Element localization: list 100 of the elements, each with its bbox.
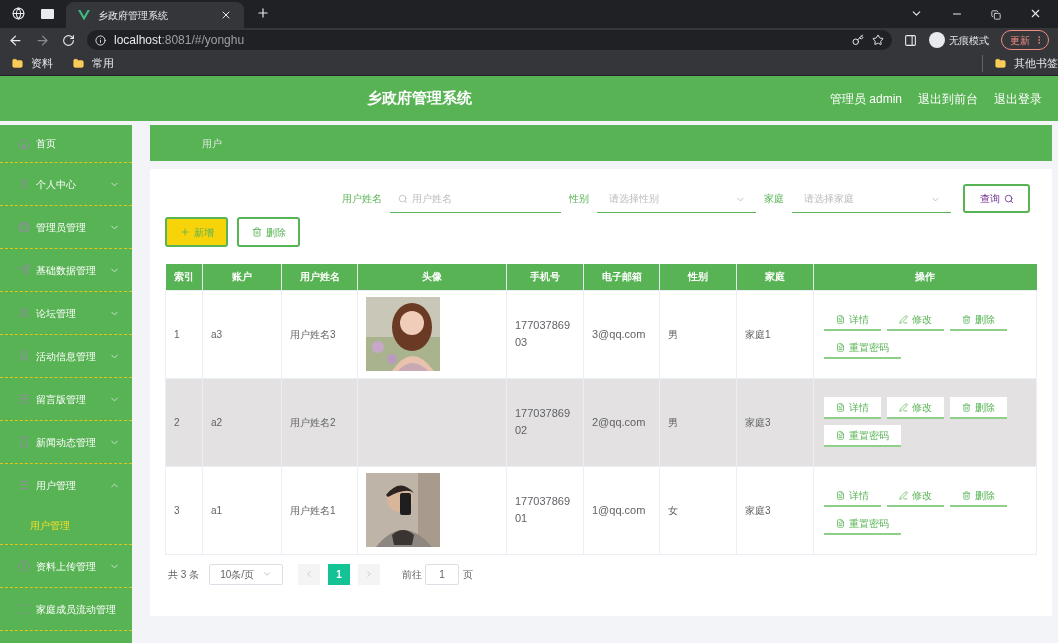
info-icon bbox=[95, 34, 106, 46]
side-panel-icon[interactable] bbox=[904, 33, 917, 47]
bookmark[interactable]: 资料 bbox=[31, 55, 53, 72]
row-action-button[interactable]: 删除 bbox=[950, 309, 1007, 331]
close-icon[interactable] bbox=[1029, 7, 1042, 20]
profile-avatar-icon[interactable] bbox=[929, 32, 945, 48]
table-cell: 17703786902 bbox=[506, 378, 584, 466]
sidebar-item[interactable]: 首页 bbox=[0, 125, 132, 162]
pen-icon bbox=[899, 490, 908, 500]
query-button[interactable]: 查询 bbox=[963, 184, 1030, 213]
sidebar-item[interactable]: 管理员管理 bbox=[0, 206, 132, 248]
star-icon[interactable] bbox=[872, 34, 884, 46]
table-cell: 家庭1 bbox=[736, 290, 814, 378]
breadcrumb-item[interactable]: 用户 bbox=[202, 135, 222, 151]
pen-icon bbox=[899, 402, 908, 412]
profile-label[interactable]: 无痕模式 bbox=[949, 32, 989, 48]
column-header: 家庭 bbox=[736, 264, 814, 290]
table-cell: 3 bbox=[165, 466, 203, 554]
sidebar-item[interactable]: 个人中心 bbox=[0, 163, 132, 205]
users-icon bbox=[18, 307, 30, 319]
table-cell: a3 bbox=[202, 290, 282, 378]
table-cell: 2 bbox=[165, 378, 203, 466]
restore-icon[interactable] bbox=[991, 10, 1001, 20]
search-field[interactable]: 用户姓名 bbox=[390, 184, 561, 213]
table-row[interactable]: 3 a1 用户姓名1 17703786901 1@qq.com 女 家庭3 详情 修改 删除 重置密码 bbox=[165, 466, 1037, 554]
header-link[interactable]: 退出登录 bbox=[994, 89, 1042, 108]
sidebar-item[interactable]: 活动信息管理 bbox=[0, 335, 132, 377]
trash-icon bbox=[251, 227, 262, 237]
bookmark[interactable]: 常用 bbox=[92, 55, 114, 72]
reload-icon[interactable] bbox=[62, 33, 75, 47]
field-label: 家庭 bbox=[764, 192, 784, 206]
table-row[interactable]: 1 a3 用户姓名3 17703786903 3@qq.com 男 家庭1 详情 修改 删除 重置密码 bbox=[165, 290, 1037, 378]
other-bookmarks[interactable]: 其他书签 bbox=[1014, 55, 1058, 72]
total-count: 共 3 条 bbox=[168, 567, 200, 582]
page-size-select[interactable]: 10条/页 bbox=[209, 563, 284, 585]
table-cell: 用户姓名1 bbox=[281, 466, 358, 554]
briefcase-icon bbox=[18, 221, 30, 233]
sidebar-item[interactable]: 基础数据管理 bbox=[0, 249, 132, 291]
column-header: 性别 bbox=[659, 264, 737, 290]
row-action-button[interactable]: 详情 bbox=[824, 397, 881, 419]
search-icon bbox=[1003, 193, 1014, 204]
column-header: 电子邮箱 bbox=[583, 264, 660, 290]
plus-icon bbox=[179, 227, 190, 237]
table-cell: a1 bbox=[202, 466, 282, 554]
table-cell: 男 bbox=[659, 290, 737, 378]
header-link[interactable]: 退出到前台 bbox=[918, 89, 978, 108]
sidebar-item[interactable]: 留言版管理 bbox=[0, 378, 132, 420]
column-header: 索引 bbox=[165, 264, 203, 290]
table-cell: 17703786903 bbox=[506, 290, 584, 378]
row-action-button[interactable]: 修改 bbox=[887, 485, 944, 507]
address-bar[interactable]: localhost:8081/#/yonghu bbox=[87, 30, 892, 50]
folder-icon bbox=[995, 58, 1006, 69]
trash-icon bbox=[962, 490, 971, 500]
column-header: 账户 bbox=[202, 264, 282, 290]
column-header: 手机号 bbox=[506, 264, 584, 290]
row-action-button[interactable]: 删除 bbox=[950, 485, 1007, 507]
select-field[interactable]: 请选择家庭 bbox=[792, 184, 951, 213]
menu-icon bbox=[18, 479, 30, 491]
table-cell: 用户姓名3 bbox=[281, 290, 358, 378]
row-action-button[interactable]: 删除 bbox=[950, 397, 1007, 419]
browser-tab[interactable]: 乡政府管理系统 bbox=[66, 2, 244, 28]
delete-button[interactable]: 删除 bbox=[237, 217, 300, 247]
row-action-button[interactable]: 重置密码 bbox=[824, 337, 901, 359]
row-action-button[interactable]: 详情 bbox=[824, 309, 881, 331]
folder-icon bbox=[73, 58, 84, 69]
v-logo-icon bbox=[78, 9, 90, 21]
document-icon bbox=[836, 518, 845, 528]
document-icon bbox=[836, 490, 845, 500]
forward-icon[interactable] bbox=[35, 32, 50, 48]
tab-title: 乡政府管理系统 bbox=[98, 8, 169, 23]
sidebar-item[interactable]: 资料上传管理 bbox=[0, 545, 132, 587]
table-cell: 17703786901 bbox=[506, 466, 584, 554]
column-header: 用户姓名 bbox=[281, 264, 358, 290]
new-tab-icon[interactable] bbox=[256, 6, 270, 20]
globe-icon[interactable] bbox=[12, 7, 25, 20]
send-icon bbox=[18, 264, 30, 276]
back-icon[interactable] bbox=[8, 32, 23, 48]
row-action-button[interactable]: 修改 bbox=[887, 309, 944, 331]
bell-off-icon bbox=[18, 350, 30, 362]
sidebar-subitem[interactable]: 用户管理 bbox=[0, 506, 132, 544]
table-row[interactable]: 2 a2 用户姓名2 17703786902 2@qq.com 男 家庭3 详情 修改 删除 重置密码 bbox=[165, 378, 1037, 466]
sidebar-item[interactable]: 用户管理 bbox=[0, 464, 132, 506]
add-button[interactable]: 新增 bbox=[165, 217, 228, 247]
sidebar-item[interactable]: 论坛管理 bbox=[0, 292, 132, 334]
close-icon[interactable] bbox=[220, 9, 232, 21]
table-cell: 1 bbox=[165, 290, 203, 378]
page-input[interactable]: 1 bbox=[425, 563, 460, 585]
table-cell: 1@qq.com bbox=[583, 466, 660, 554]
row-action-button[interactable]: 重置密码 bbox=[824, 513, 901, 535]
sidebar-item[interactable]: 新闻动态管理 bbox=[0, 421, 132, 463]
row-action-button[interactable]: 详情 bbox=[824, 485, 881, 507]
table-cell: 用户姓名2 bbox=[281, 378, 358, 466]
row-action-button[interactable]: 修改 bbox=[887, 397, 944, 419]
table-cell: 3@qq.com bbox=[583, 290, 660, 378]
home-icon bbox=[18, 137, 30, 150]
row-action-button[interactable]: 重置密码 bbox=[824, 425, 901, 447]
sidebar-item[interactable]: 家庭成员流动管理 bbox=[0, 588, 132, 630]
page-button[interactable]: 1 bbox=[328, 563, 351, 585]
column-header: 操作 bbox=[813, 264, 1037, 290]
key-icon[interactable] bbox=[852, 34, 864, 46]
